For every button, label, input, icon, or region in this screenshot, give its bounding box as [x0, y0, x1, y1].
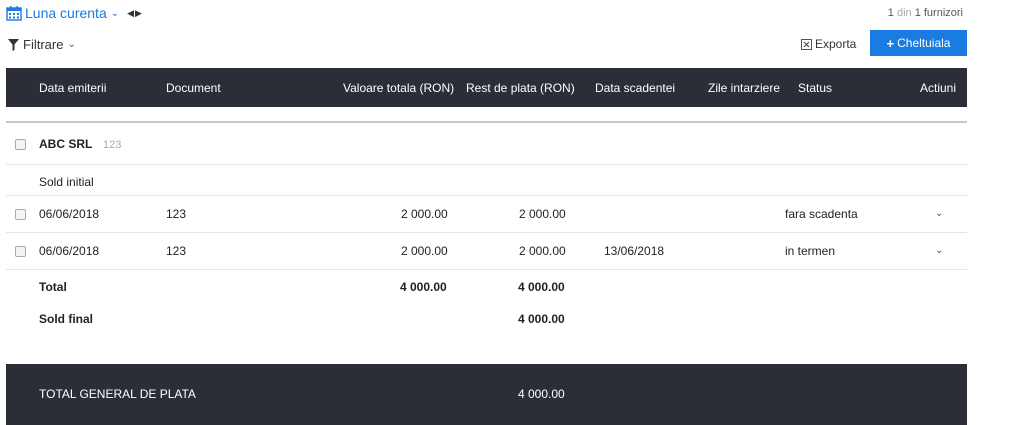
- supplier-name[interactable]: ABC SRL: [39, 137, 92, 151]
- status-label: in termen: [785, 244, 836, 258]
- row-divider: [6, 195, 967, 196]
- total-value: 2 000.00: [401, 244, 448, 258]
- issue-date: 06/06/2018: [39, 244, 100, 258]
- col-actions: Actiuni: [920, 81, 957, 95]
- period-selector[interactable]: Luna curenta ⌄ ◀▶: [6, 5, 143, 21]
- supplier-code: 123: [103, 139, 122, 151]
- document-number[interactable]: 123: [166, 244, 186, 258]
- col-delay-days[interactable]: Zile intarziere: [708, 81, 780, 95]
- plus-icon: +: [886, 35, 895, 51]
- export-label: Exporta: [815, 37, 857, 51]
- header-divider: [6, 121, 967, 123]
- row-divider: [6, 269, 967, 270]
- issue-date: 06/06/2018: [39, 207, 100, 221]
- remaining-value: 2 000.00: [519, 244, 566, 258]
- chevron-down-icon: ⌄: [110, 7, 120, 19]
- supplier-checkbox[interactable]: [15, 139, 26, 150]
- counter-word: din: [896, 7, 912, 19]
- col-due-date[interactable]: Data scadentei: [595, 81, 675, 95]
- row-checkbox[interactable]: [15, 209, 26, 220]
- final-balance-label: Sold final: [39, 312, 93, 326]
- grand-total-label: TOTAL GENERAL DE PLATA: [39, 387, 196, 401]
- filter-label: Filtrare: [23, 37, 64, 52]
- col-status[interactable]: Status: [798, 81, 832, 95]
- opening-balance-label: Sold initial: [39, 175, 94, 189]
- status-label: fara scadenta: [785, 207, 858, 221]
- filter-icon: [8, 38, 19, 51]
- total-remaining: 4 000.00: [518, 280, 565, 294]
- document-number[interactable]: 123: [166, 207, 186, 221]
- excel-icon: [801, 38, 812, 50]
- counter-current: 1: [887, 7, 894, 19]
- col-document[interactable]: Document: [166, 81, 221, 95]
- total-label: Total: [39, 280, 67, 294]
- col-total-value[interactable]: Valoare totala (RON): [343, 81, 454, 95]
- row-divider: [6, 232, 967, 233]
- period-label: Luna curenta: [25, 5, 107, 21]
- final-balance-value: 4 000.00: [518, 312, 565, 326]
- export-button[interactable]: Exporta: [801, 37, 856, 51]
- col-issue-date[interactable]: Data emiterii: [39, 81, 106, 95]
- table-header: Data emiterii Document Valoare totala (R…: [6, 68, 967, 107]
- calendar-icon: [6, 6, 22, 21]
- period-nav-arrows-icon[interactable]: ◀▶: [127, 8, 143, 19]
- total-value: 2 000.00: [401, 207, 448, 221]
- row-checkbox[interactable]: [15, 246, 26, 257]
- supplier-counter: 1 din 1 furnizori: [888, 7, 963, 19]
- col-remaining[interactable]: Rest de plata (RON): [466, 81, 575, 95]
- chevron-down-icon[interactable]: ⌄: [935, 208, 943, 219]
- chevron-down-icon[interactable]: ⌄: [935, 245, 943, 256]
- due-date: 13/06/2018: [604, 244, 665, 258]
- grand-total-value: 4 000.00: [518, 387, 565, 401]
- total-sum: 4 000.00: [400, 280, 447, 294]
- counter-total: 1 furnizori: [914, 7, 963, 19]
- row-divider: [6, 164, 967, 165]
- remaining-value: 2 000.00: [519, 207, 566, 221]
- chevron-down-icon: ⌄: [67, 39, 76, 50]
- add-expense-button[interactable]: + Cheltuiala: [870, 30, 967, 56]
- add-expense-label: Cheltuiala: [897, 36, 951, 50]
- grand-total-bar: TOTAL GENERAL DE PLATA 4 000.00: [6, 364, 967, 425]
- filter-toggle[interactable]: Filtrare ⌄: [8, 37, 76, 52]
